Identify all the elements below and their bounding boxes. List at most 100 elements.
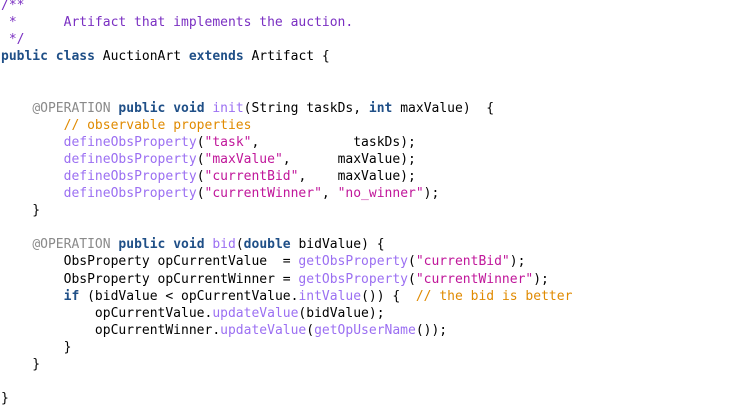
code-token-plain: (bidValue);: [298, 305, 385, 321]
code-token-annotation: @OPERATION: [32, 100, 111, 116]
code-token-plain: (: [306, 322, 315, 338]
code-token-plain: );: [533, 271, 549, 287]
code-token-string: "currentBid": [204, 168, 299, 184]
code-token-method: defineObsProperty: [63, 151, 197, 167]
code-line: }: [1, 202, 572, 219]
code-token-method: init: [212, 100, 244, 116]
code-token-keyword: public: [1, 49, 48, 65]
code-line: if (bidValue < opCurrentValue.intValue()…: [1, 288, 573, 305]
code-line: defineObsProperty("task", taskDs);: [1, 134, 572, 151]
code-line: @OPERATION public void bid(double bidVal…: [1, 236, 572, 253]
code-line: opCurrentWinner.updateValue(getOpUserNam…: [1, 322, 572, 339]
code-token-plain: (: [196, 134, 205, 150]
code-token-plain: (: [408, 254, 416, 270]
code-token-keyword: void: [173, 100, 205, 116]
code-line: */: [1, 31, 572, 48]
code-line: opCurrentValue.updateValue(bidValue);: [1, 305, 572, 322]
code-token-keyword: int: [368, 100, 393, 116]
code-token-comment: /**: [1, 0, 25, 13]
code-token-plain: ()) {: [361, 288, 416, 304]
code-line: defineObsProperty("currentWinner", "no_w…: [1, 185, 572, 202]
code-token-plain: }: [1, 391, 9, 407]
code-token-plain: (: [196, 186, 205, 202]
code-line: }: [1, 356, 572, 373]
code-token-string: "currentWinner": [415, 271, 534, 287]
code-token-plain: Artifact {: [243, 49, 330, 65]
code-token-plain: }: [1, 356, 41, 372]
code-token-method: getOpUserName: [314, 322, 416, 338]
code-token-plain: (: [235, 237, 244, 253]
code-token-plain: opCurrentValue.: [1, 305, 213, 321]
code-token-plain: ());: [415, 322, 448, 338]
code-token-inline-comment: // observable properties: [63, 117, 252, 133]
code-token-keyword: extends: [188, 49, 244, 65]
code-token-plain: opCurrentWinner.: [1, 322, 221, 338]
code-token-method: getObsProperty: [298, 271, 408, 287]
code-line: }: [1, 339, 572, 356]
code-token-keyword: class: [55, 49, 95, 65]
code-token-string: "currentBid": [415, 254, 510, 270]
code-line: @OPERATION public void init(String taskD…: [1, 100, 572, 117]
code-token-keyword: void: [173, 237, 205, 253]
code-token-plain: (: [196, 168, 205, 184]
code-token-plain: AuctionArt: [94, 49, 189, 65]
code-token-method: intValue: [298, 288, 362, 304]
code-token-plain: ,: [321, 186, 338, 202]
code-token-plain: );: [509, 254, 526, 270]
code-line: ObsProperty opCurrentValue = getObsPrope…: [1, 253, 572, 270]
code-token-plain: (: [408, 271, 416, 287]
code-editor[interactable]: /** * Artifact that implements the aucti…: [1, 0, 572, 407]
code-token-string: "no_winner": [337, 186, 424, 202]
code-token-plain: maxValue) {: [392, 100, 495, 116]
code-token-comment: * Artifact that implements the auction.: [1, 15, 354, 31]
code-token-plain: , taskDs);: [251, 134, 416, 150]
code-token-method: updateValue: [220, 322, 307, 338]
code-token-method: bid: [212, 237, 236, 253]
code-token-plain: (: [196, 151, 205, 167]
code-token-plain: );: [423, 186, 440, 202]
code-token-method: defineObsProperty: [63, 186, 197, 202]
code-token-method: defineObsProperty: [63, 168, 197, 184]
code-token-annotation: @OPERATION: [32, 237, 111, 253]
code-token-plain: ObsProperty opCurrentWinner =: [1, 271, 299, 287]
code-line: * Artifact that implements the auction.: [1, 14, 572, 31]
code-token-string: "task": [204, 134, 252, 150]
code-token-string: "maxValue": [204, 151, 283, 167]
code-line: defineObsProperty("currentBid", maxValue…: [1, 168, 572, 185]
code-line: defineObsProperty("maxValue", maxValue);: [1, 151, 572, 168]
code-token-plain: (bidValue < opCurrentValue.: [79, 288, 299, 304]
code-token-plain: , maxValue);: [298, 168, 416, 184]
code-line: ObsProperty opCurrentWinner = getObsProp…: [1, 271, 572, 288]
code-token-plain: (String taskDs,: [243, 100, 369, 116]
code-token-keyword: double: [243, 237, 291, 253]
code-token-string: "currentWinner": [204, 186, 322, 202]
code-token-plain: }: [1, 203, 41, 219]
code-line: public class AuctionArt extends Artifact…: [1, 48, 572, 65]
code-token-keyword: public: [118, 237, 166, 253]
code-token-plain: }: [1, 339, 72, 355]
code-token-plain: bidValue) {: [290, 237, 385, 253]
code-line: /**: [1, 0, 572, 14]
code-token-method: updateValue: [212, 305, 299, 321]
code-token-method: defineObsProperty: [63, 134, 197, 150]
code-token-comment: */: [1, 32, 25, 48]
code-token-keyword: if: [63, 288, 80, 304]
code-token-inline-comment: // the bid is better: [415, 288, 573, 304]
code-token-plain: ObsProperty opCurrentValue =: [1, 254, 299, 270]
code-line: }: [1, 390, 572, 407]
code-token-method: getObsProperty: [298, 254, 408, 270]
code-line: // observable properties: [1, 117, 572, 134]
